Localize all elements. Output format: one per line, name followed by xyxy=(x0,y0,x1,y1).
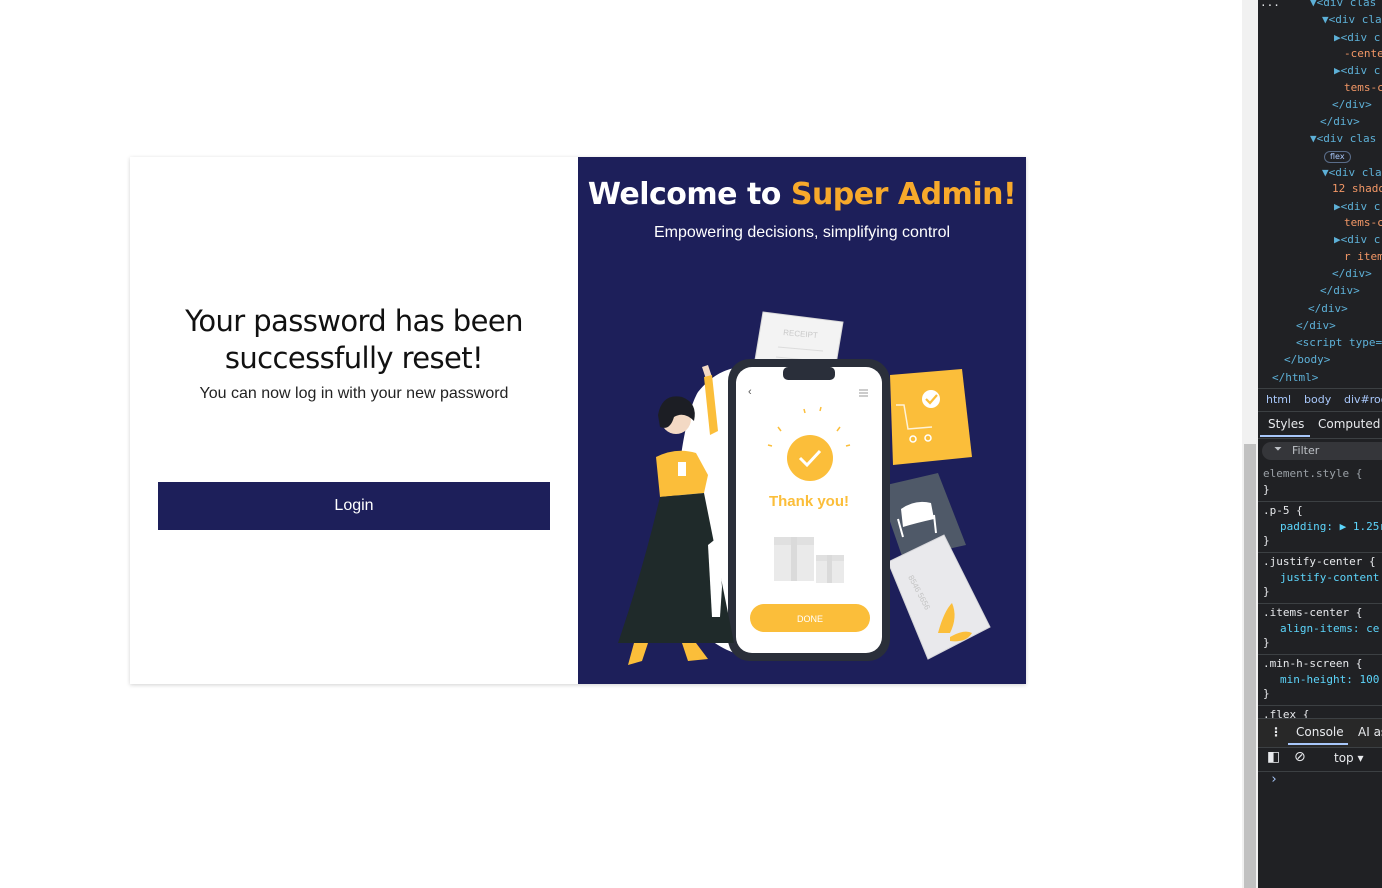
done-label: DONE xyxy=(797,614,823,624)
dom-breadcrumbs: html body div#roo xyxy=(1258,388,1382,412)
tab-styles[interactable]: Styles xyxy=(1268,417,1304,431)
context-selector[interactable]: top ▾ xyxy=(1334,751,1364,765)
thank-you-text: Thank you! xyxy=(769,493,849,510)
dom-line: 12 shado xyxy=(1332,182,1382,195)
dom-line: tems-c xyxy=(1344,216,1382,229)
styles-tabbar: Styles Computed xyxy=(1258,411,1382,439)
rule-line: } xyxy=(1263,534,1270,547)
welcome-tagline: Empowering decisions, simplifying contro… xyxy=(653,224,951,241)
dom-line: r item xyxy=(1344,250,1382,263)
drawer-tabbar: ⋮ Console AI as xyxy=(1258,718,1382,748)
phone: ‹ Thank you! DONE xyxy=(728,359,890,661)
page-scrollbar[interactable] xyxy=(1242,0,1258,888)
rule-declaration[interactable]: padding: ▶ 1.25r xyxy=(1280,519,1382,535)
rule-divider xyxy=(1258,501,1382,502)
drawer-menu-icon[interactable]: ⋮ xyxy=(1270,725,1282,739)
shopping-card xyxy=(890,369,972,465)
rule-line: } xyxy=(1263,636,1270,649)
dom-line[interactable]: ▶<div c xyxy=(1334,29,1380,46)
tab-computed[interactable]: Computed xyxy=(1318,417,1380,431)
rule-declaration[interactable]: min-height: 100 xyxy=(1280,672,1379,688)
rule-selector: .justify-center { xyxy=(1263,555,1376,568)
dom-line[interactable]: </html> xyxy=(1272,369,1318,386)
rule-declaration[interactable]: align-items: ce xyxy=(1280,621,1379,637)
filter-icon: ⏷ xyxy=(1274,444,1282,455)
dom-line[interactable]: </body> xyxy=(1284,351,1330,368)
reset-message-pane: Your password has been successfully rese… xyxy=(130,157,578,684)
dom-line[interactable]: </div> xyxy=(1296,317,1336,334)
rule-selector: .min-h-screen { xyxy=(1263,657,1363,670)
dom-line[interactable]: </div> xyxy=(1332,96,1372,113)
scrollbar-thumb[interactable] xyxy=(1244,444,1256,888)
dom-line: -cente xyxy=(1344,47,1382,60)
active-tab-indicator xyxy=(1260,435,1310,437)
dom-line: tems-c xyxy=(1344,81,1382,94)
dom-line[interactable]: ▼<div cla xyxy=(1322,164,1382,181)
dom-line[interactable]: ▶<div c xyxy=(1334,198,1380,215)
dom-line[interactable]: ▼<div cla xyxy=(1322,11,1382,28)
rule-line: } xyxy=(1263,483,1270,496)
thank-you-illustration: RECEIPT 8546 5656 ‹ Thank you! DONE xyxy=(618,311,991,665)
rule-divider xyxy=(1258,603,1382,604)
styles-filter-input[interactable]: ⏷ Filter xyxy=(1262,442,1382,460)
welcome-hero: Welcome to Super Admin! Empowering decis… xyxy=(578,157,1026,684)
rule-selector: .p-5 { xyxy=(1263,504,1303,517)
rule-divider xyxy=(1258,654,1382,655)
dom-ellipsis[interactable]: ... xyxy=(1260,0,1280,11)
active-drawer-tab-indicator xyxy=(1288,743,1348,745)
breadcrumb-body[interactable]: body xyxy=(1304,393,1331,406)
login-button[interactable]: Login xyxy=(158,482,550,530)
dom-line[interactable]: ▼<div clas xyxy=(1310,0,1376,11)
welcome-brand: Super Admin! xyxy=(790,177,1017,212)
dom-line[interactable]: </div> xyxy=(1308,300,1348,317)
reset-subtitle: You can now log in with your new passwor… xyxy=(199,385,509,402)
dom-line[interactable]: </div> xyxy=(1320,282,1360,299)
dom-line[interactable]: </div> xyxy=(1320,113,1360,130)
rule-line: } xyxy=(1263,585,1270,598)
console-toolbar: ◧ ⊘ top ▾ xyxy=(1258,747,1382,772)
dom-line[interactable]: ▼<div clas xyxy=(1310,130,1376,147)
phone-back-icon: ‹ xyxy=(748,386,752,398)
rule-selector: .items-center { xyxy=(1263,606,1363,619)
tab-ai-assistance[interactable]: AI as xyxy=(1358,725,1382,739)
welcome-prefix: Welcome to xyxy=(587,177,791,212)
dom-line[interactable]: ▶<div c xyxy=(1334,62,1380,79)
reset-card: Your password has been successfully rese… xyxy=(130,157,1026,684)
tab-console[interactable]: Console xyxy=(1296,725,1344,739)
flex-badge[interactable]: flex xyxy=(1324,147,1351,164)
style-rules: element.style { } .p-5 { padding: ▶ 1.25… xyxy=(1258,464,1382,721)
clear-console-icon[interactable]: ⊘ xyxy=(1294,749,1306,765)
console-prompt[interactable]: › xyxy=(1270,772,1278,787)
rule-divider xyxy=(1258,705,1382,706)
elements-tree: ... ▼<div clas ▼<div cla ▶<div c -cente … xyxy=(1258,0,1382,388)
rule-selector: element.style { xyxy=(1263,467,1363,480)
dom-line[interactable]: <script type= xyxy=(1296,334,1382,351)
rule-line: } xyxy=(1263,687,1270,700)
page: Your password has been successfully rese… xyxy=(0,0,1242,888)
dom-line[interactable]: ▶<div c xyxy=(1334,231,1380,248)
dom-line[interactable]: </div> xyxy=(1332,265,1372,282)
sidebar-toggle-icon[interactable]: ◧ xyxy=(1267,749,1280,765)
welcome-heading: Welcome to Super Admin! xyxy=(578,177,1026,212)
breadcrumb-div-root[interactable]: div#roo xyxy=(1344,393,1382,406)
filter-placeholder: Filter xyxy=(1292,444,1320,457)
rule-divider xyxy=(1258,552,1382,553)
reset-title: Your password has been successfully rese… xyxy=(185,304,523,375)
rule-declaration[interactable]: justify-content xyxy=(1280,570,1379,586)
devtools-panel: ... ▼<div clas ▼<div cla ▶<div c -cente … xyxy=(1258,0,1382,888)
breadcrumb-html[interactable]: html xyxy=(1266,393,1291,406)
